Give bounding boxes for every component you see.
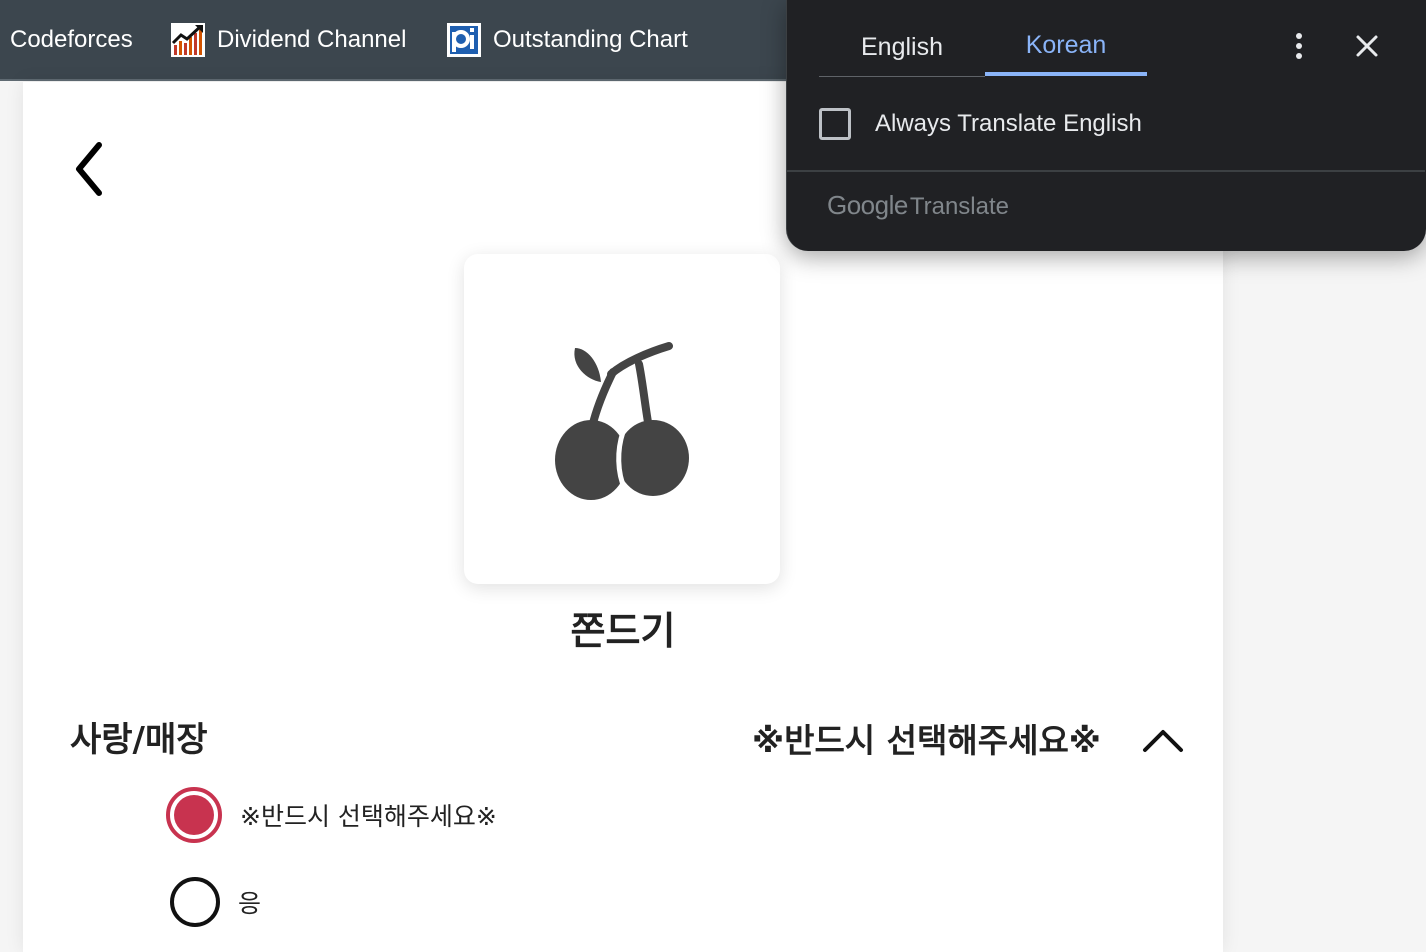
radio-option[interactable]: ※반드시 선택해주세요※ <box>166 785 497 845</box>
back-button[interactable] <box>66 140 110 198</box>
bookmark-label: Outstanding Chart <box>493 26 688 53</box>
always-translate-label: Always Translate English <box>875 110 1142 137</box>
bookmark-dividend-channel[interactable]: Dividend Channel <box>171 0 406 80</box>
translate-popup: English Korean Always Translate English … <box>786 0 1426 251</box>
radio-option-label: 응 <box>238 889 262 918</box>
bookmark-codeforces[interactable]: Codeforces <box>10 0 133 80</box>
translate-wordmark: Translate <box>909 193 1009 220</box>
google-translate-brand: Google Translate <box>827 190 1009 221</box>
close-icon <box>1356 35 1378 57</box>
google-wordmark: Google <box>827 190 908 220</box>
radio-button-unchecked[interactable] <box>170 877 220 927</box>
close-button[interactable] <box>1351 28 1383 64</box>
option-group-title: 사랑/매장 <box>70 720 208 760</box>
cherry-icon <box>555 342 689 500</box>
tab-korean[interactable]: Korean <box>985 18 1147 76</box>
chevron-left-icon <box>76 142 102 196</box>
always-translate-checkbox[interactable] <box>819 108 851 140</box>
radio-dot <box>174 795 214 835</box>
always-translate-option[interactable]: Always Translate English <box>819 104 1142 144</box>
more-options-button[interactable] <box>1283 28 1315 64</box>
tab-english[interactable]: English <box>819 18 985 77</box>
bookmark-outstanding-chart[interactable]: Outstanding Chart <box>447 0 688 80</box>
bookmark-label: Dividend Channel <box>217 26 407 53</box>
divider <box>787 170 1425 172</box>
tab-label: Korean <box>1025 30 1107 59</box>
radio-button-checked[interactable] <box>166 787 222 843</box>
radio-option-label: ※반드시 선택해주세요※ <box>240 802 497 831</box>
radio-option[interactable]: 응 <box>166 872 261 932</box>
dividend-chart-icon <box>171 23 205 57</box>
product-name: 쫀드기 <box>570 609 676 653</box>
bookmark-label: Codeforces <box>10 26 133 53</box>
option-selected-value[interactable]: ※반드시 선택해주세요※ <box>752 714 1101 762</box>
pi-logo-icon <box>447 23 481 57</box>
more-vertical-icon <box>1296 33 1302 59</box>
chevron-up-icon[interactable] <box>1140 720 1186 760</box>
tab-label: English <box>861 32 943 61</box>
